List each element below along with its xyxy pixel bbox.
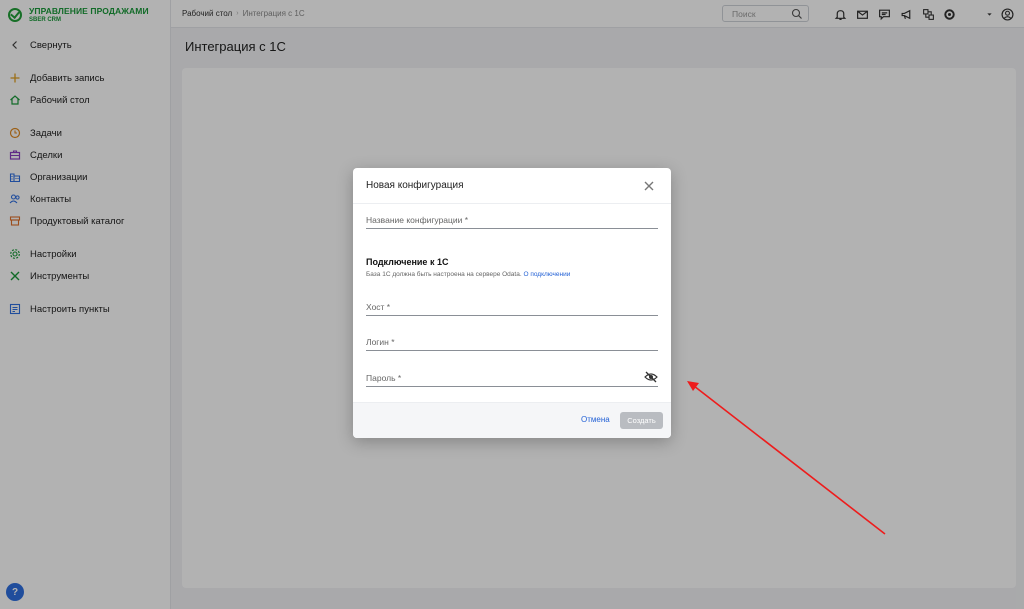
dialog-header: Новая конфигурация xyxy=(353,168,671,204)
dialog-footer: Отмена Создать xyxy=(353,402,671,438)
password-field[interactable]: Пароль * xyxy=(366,371,658,387)
about-connection-link[interactable]: О подключении xyxy=(523,271,570,278)
config-name-field[interactable]: Название конфигурации * xyxy=(366,215,658,229)
eye-off-icon[interactable] xyxy=(644,371,658,383)
host-field[interactable]: Хост * xyxy=(366,302,658,316)
create-button[interactable]: Создать xyxy=(620,412,663,429)
config-name-placeholder: Название конфигурации * xyxy=(366,215,469,225)
host-placeholder: Хост * xyxy=(366,302,391,312)
login-field[interactable]: Логин * xyxy=(366,337,658,351)
cancel-button[interactable]: Отмена xyxy=(581,415,610,424)
new-config-dialog: Новая конфигурация Название конфигурации… xyxy=(353,168,671,438)
login-placeholder: Логин * xyxy=(366,337,395,347)
section-title: Подключение к 1С xyxy=(366,257,449,267)
section-note-text: База 1С должна быть настроена на сервере… xyxy=(366,271,522,278)
section-note: База 1С должна быть настроена на сервере… xyxy=(366,271,570,278)
password-placeholder: Пароль * xyxy=(366,373,402,383)
dialog-title: Новая конфигурация xyxy=(366,180,464,191)
close-icon[interactable] xyxy=(643,180,655,192)
